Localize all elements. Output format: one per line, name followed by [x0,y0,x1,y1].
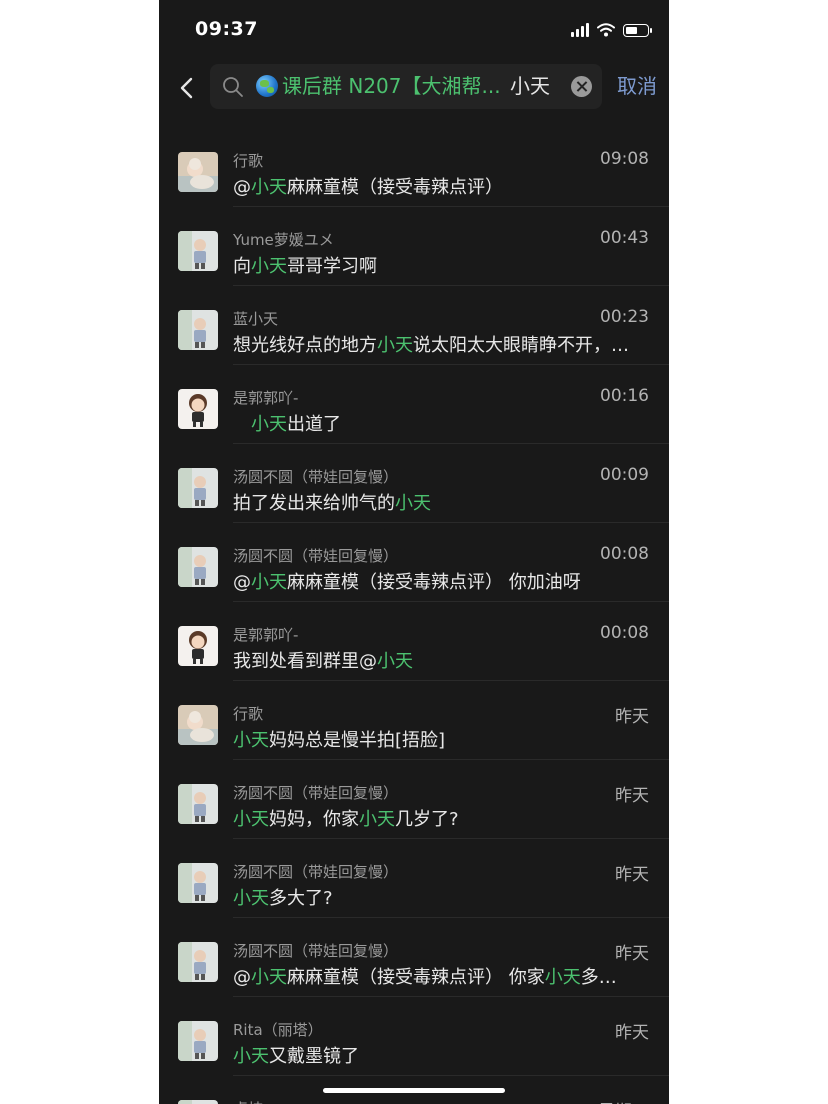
search-scope-chip[interactable]: 课后群 N207【大湘帮... [256,64,501,109]
message-time: 09:08 [600,149,649,169]
sender-name: 是郭郭吖- [233,626,299,644]
message-time: 00:09 [600,465,649,485]
message-snippet: @小天麻麻童模（接受毒辣点评） [233,177,503,198]
status-time: 09:37 [195,18,258,40]
message-snippet: 小天又戴墨镜了 [233,1046,359,1067]
avatar [178,1100,218,1104]
message-snippet: 小天多大了? [233,888,333,909]
search-result-row[interactable]: Rita（丽塔） 昨天小天又戴墨镜了 [159,997,669,1076]
message-snippet: 拍了发出来给帅气的小天 [233,493,431,514]
search-query-text: 小天 [510,74,550,98]
message-time: 00:23 [600,307,649,327]
search-header: 课后群 N207【大湘帮... 小天 取消 [159,60,669,128]
message-time: 星期五 [598,1097,649,1104]
search-result-row[interactable]: 汤圆不圆（带娃回复慢） 昨天小天妈妈，你家小天几岁了? [159,760,669,839]
search-result-row[interactable]: 汤圆不圆（带娃回复慢） 00:09 拍了发出来给帅气的小天 [159,444,669,523]
message-snippet: 小天妈妈总是慢半拍[捂脸] [233,730,446,751]
highlight-match: 小天 [359,809,395,830]
sender-name: 汤圆不圆（带娃回复慢） [233,942,399,960]
avatar [178,468,218,508]
signal-icon [571,23,589,37]
search-result-row[interactable]: 是郭郭吖- 00:08 我到处看到群里@小天 [159,602,669,681]
message-snippet: 我到处看到群里@小天 [233,651,413,672]
sender-name: 行歌 [233,152,264,170]
highlight-match: 小天 [251,572,287,593]
highlight-match: 小天 [251,967,287,988]
avatar [178,310,218,350]
sender-name: 汤圆不圆（带娃回复慢） [233,468,399,486]
status-icons [571,20,652,40]
status-bar: 09:37 [159,0,669,60]
sender-name: 蓝小天 [233,310,279,328]
search-results-list: 行歌 09:08 @小天麻麻童模（接受毒辣点评） Yume萝媛ユメ 00:43 向小天哥哥… [159,128,669,1104]
avatar [178,1021,218,1061]
sender-name: 汤圆不圆（带娃回复慢） [233,547,399,565]
highlight-match: 小天 [251,177,287,198]
sender-name: 汤圆不圆（带娃回复慢） [233,863,399,881]
avatar [178,705,218,745]
wifi-icon [597,23,615,37]
message-snippet: @小天麻麻童模（接受毒辣点评） 你家小天多… [233,967,617,988]
message-time: 昨天 [615,1023,649,1043]
sender-name: 卓桔 [233,1098,263,1104]
message-time: 00:08 [600,544,649,564]
message-time: 昨天 [615,707,649,727]
search-icon [223,77,243,97]
highlight-match: 小天 [377,335,413,356]
search-input[interactable]: 课后群 N207【大湘帮... 小天 [210,64,602,109]
highlight-match: 小天 [251,414,287,435]
highlight-match: 小天 [395,493,431,514]
sender-name: Rita（丽塔） [233,1021,323,1039]
avatar [178,626,218,666]
sender-name: 行歌 [233,705,264,723]
search-result-row[interactable]: 是郭郭吖- 00:16 小天出道了 [159,365,669,444]
highlight-match: 小天 [233,809,269,830]
globe-icon [256,75,278,97]
chip-label: 课后群 N207【大湘帮... [282,74,501,98]
avatar [178,942,218,982]
sender-name: 是郭郭吖- [233,389,299,407]
search-result-row[interactable]: 汤圆不圆（带娃回复慢） 00:08 @小天麻麻童模（接受毒辣点评） 你加油呀 [159,523,669,602]
message-snippet: 想光线好点的地方小天说太阳太大眼睛睁不开，… [233,335,629,356]
message-time: 00:08 [600,623,649,643]
message-time: 00:16 [600,386,649,406]
highlight-match: 小天 [233,888,269,909]
highlight-match: 小天 [233,1046,269,1067]
message-snippet: @小天麻麻童模（接受毒辣点评） 你加油呀 [233,572,581,593]
message-snippet: 小天妈妈，你家小天几岁了? [233,809,459,830]
avatar [178,152,218,192]
message-time: 昨天 [615,865,649,885]
avatar [178,231,218,271]
avatar [178,389,218,429]
search-result-row[interactable]: 行歌 昨天小天妈妈总是慢半拍[捂脸] [159,681,669,760]
clear-icon[interactable] [571,76,592,97]
home-indicator[interactable] [323,1088,505,1093]
phone-screen: 09:37 课后群 N207【大湘帮... 小天 取消 行歌 09:08 @小天… [159,0,669,1104]
search-result-row[interactable]: 行歌 09:08 @小天麻麻童模（接受毒辣点评） [159,128,669,207]
sender-name: 汤圆不圆（带娃回复慢） [233,784,399,802]
search-result-row[interactable]: 汤圆不圆（带娃回复慢） 昨天小天多大了? [159,839,669,918]
cancel-button[interactable]: 取消 [617,64,657,109]
message-time: 昨天 [615,786,649,806]
message-snippet: 向小天哥哥学习啊 [233,256,377,277]
avatar [178,547,218,587]
avatar [178,784,218,824]
search-result-row[interactable]: 汤圆不圆（带娃回复慢） 昨天 @小天麻麻童模（接受毒辣点评） 你家小天多… [159,918,669,997]
message-snippet: 小天出道了 [251,414,341,435]
back-arrow-icon[interactable] [177,74,197,102]
sender-name: Yume萝媛ユメ [233,231,334,249]
avatar [178,863,218,903]
highlight-match: 小天 [544,967,581,988]
message-time: 昨天 [615,944,649,964]
highlight-match: 小天 [251,256,287,277]
highlight-match: 小天 [377,651,413,672]
message-time: 00:43 [600,228,649,248]
search-result-row[interactable]: Yume萝媛ユメ 00:43 向小天哥哥学习啊 [159,207,669,286]
search-result-row[interactable]: 蓝小天 00:23 想光线好点的地方小天说太阳太大眼睛睁不开，… [159,286,669,365]
battery-icon [623,23,652,37]
highlight-match: 小天 [233,730,269,751]
